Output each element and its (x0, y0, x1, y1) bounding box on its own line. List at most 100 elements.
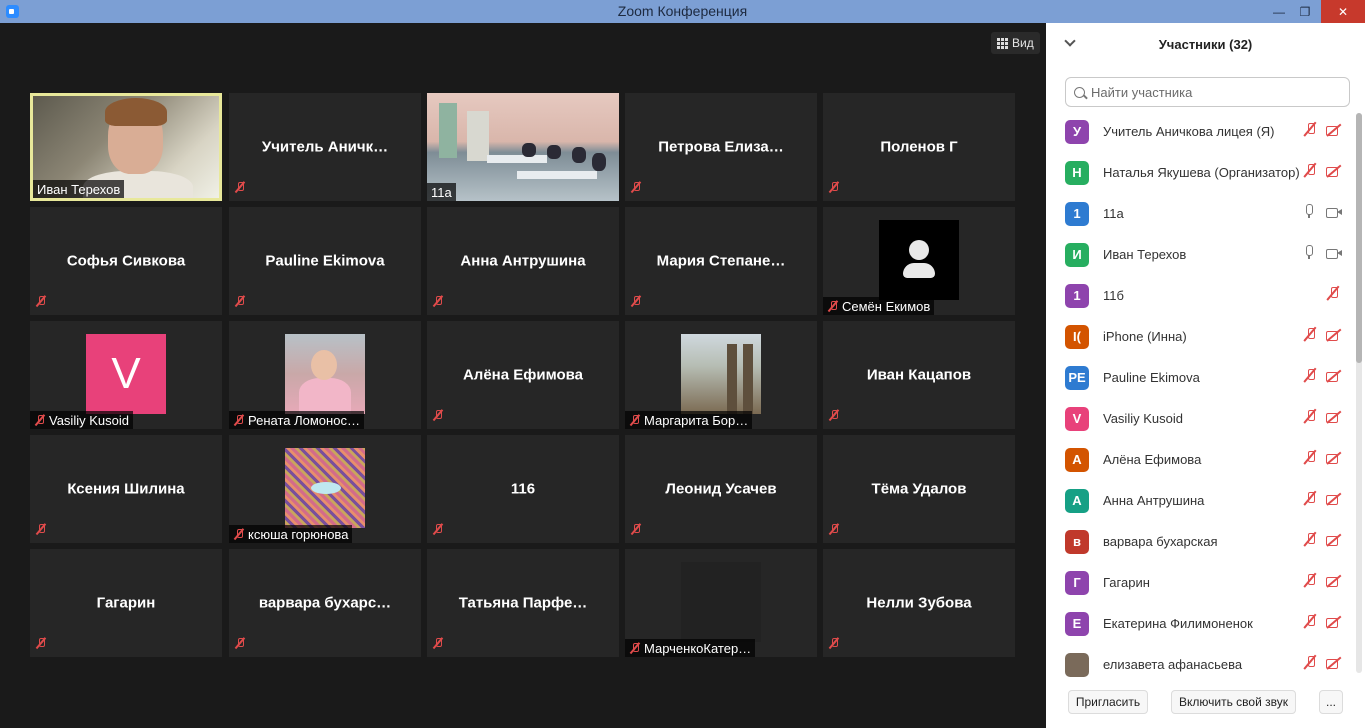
participant-row[interactable]: И Иван Терехов (1046, 234, 1351, 275)
participant-name: МарченкоКатер… (644, 640, 752, 656)
video-tile[interactable]: Гагарин (30, 549, 222, 657)
mic-muted-icon[interactable] (1303, 122, 1317, 136)
microphone-icon[interactable] (1303, 204, 1315, 218)
video-tile[interactable]: Семён Екимов (823, 207, 1015, 315)
more-button[interactable]: ... (1319, 690, 1343, 714)
video-tile[interactable]: Pauline Ekimova (229, 207, 421, 315)
participant-label: Маргарита Бор… (625, 411, 753, 429)
video-camera-icon[interactable] (1326, 247, 1342, 259)
video-tile[interactable]: 11а (427, 93, 619, 201)
video-tile[interactable]: Иван Терехов (30, 93, 222, 201)
video-off-icon[interactable] (1326, 124, 1342, 136)
invite-button[interactable]: Пригласить (1068, 690, 1148, 714)
participant-row[interactable]: Е Екатерина Филимоненок (1046, 603, 1351, 644)
gallery-view: Вид Иван Терехов Учитель Аничк… 11а Петрова… (0, 23, 1046, 728)
participant-label: 11а (427, 183, 456, 201)
participant-row[interactable]: V Vasiliy Kusoid (1046, 398, 1351, 439)
video-tile[interactable]: Софья Сивкова (30, 207, 222, 315)
maximize-button[interactable]: ❐ (1290, 0, 1320, 23)
participant-row[interactable]: А Анна Антрушина (1046, 480, 1351, 521)
video-off-icon[interactable] (1326, 452, 1342, 464)
video-tile[interactable]: Ксения Шилина (30, 435, 222, 543)
video-off-icon[interactable] (1326, 534, 1342, 546)
participant-row[interactable]: 1 11а (1046, 193, 1351, 234)
mic-muted-icon (35, 637, 47, 649)
participant-row[interactable]: PE Pauline Ekimova (1046, 357, 1351, 398)
participant-row[interactable]: А Алёна Ефимова (1046, 439, 1351, 480)
mic-muted-icon[interactable] (1303, 368, 1317, 382)
video-tile[interactable]: Алёна Ефимова (427, 321, 619, 429)
video-off-icon[interactable] (1326, 329, 1342, 341)
participant-name: Маргарита Бор… (644, 412, 749, 428)
video-off-icon[interactable] (1326, 657, 1342, 669)
video-tile[interactable]: 116 (427, 435, 619, 543)
video-off-icon[interactable] (1326, 411, 1342, 423)
video-tile[interactable]: Анна Антрушина (427, 207, 619, 315)
mic-muted-icon[interactable] (1303, 450, 1317, 464)
video-tile[interactable]: Леонид Усачев (625, 435, 817, 543)
video-tile[interactable]: Иван Кацапов (823, 321, 1015, 429)
participant-row[interactable]: 1 11б (1046, 275, 1351, 316)
mic-muted-icon (630, 523, 642, 535)
video-off-icon[interactable] (1326, 370, 1342, 382)
participant-name: Иван Терехов (1103, 247, 1187, 262)
mic-muted-icon[interactable] (1326, 286, 1340, 300)
mic-muted-icon (234, 637, 246, 649)
video-camera-icon[interactable] (1326, 206, 1342, 218)
video-tile[interactable]: Мария Степане… (625, 207, 817, 315)
avatar (681, 334, 761, 414)
video-off-icon[interactable] (1326, 616, 1342, 628)
mic-muted-icon[interactable] (1303, 491, 1317, 505)
participant-name: Учитель Аничкова лицея (Я) (1103, 124, 1275, 139)
video-tile[interactable]: варвара бухарс… (229, 549, 421, 657)
scrollbar-thumb[interactable] (1356, 113, 1362, 363)
participant-row[interactable]: I(iPhone (Инна) (1046, 316, 1351, 357)
video-off-icon[interactable] (1326, 165, 1342, 177)
mic-muted-icon[interactable] (1303, 532, 1317, 546)
video-tile[interactable]: Поленов Г (823, 93, 1015, 201)
mic-muted-icon[interactable] (1303, 573, 1317, 587)
participant-name: Семён Екимов (842, 298, 931, 314)
video-off-icon[interactable] (1326, 493, 1342, 505)
video-tile[interactable]: Учитель Аничк… (229, 93, 421, 201)
mic-muted-icon[interactable] (1303, 409, 1317, 423)
avatar (285, 334, 365, 414)
video-tile[interactable]: Тёма Удалов (823, 435, 1015, 543)
participant-name: Нелли Зубова (866, 594, 972, 612)
video-tile[interactable]: Татьяна Парфе… (427, 549, 619, 657)
avatar: в (1065, 529, 1089, 554)
avatar: I( (1065, 324, 1089, 349)
video-tile[interactable]: Нелли Зубова (823, 549, 1015, 657)
unmute-button[interactable]: Включить свой звук (1171, 690, 1296, 714)
close-button[interactable]: ✕ (1321, 0, 1365, 23)
mic-muted-icon[interactable] (1303, 655, 1317, 669)
video-tile[interactable]: ксюша горюнова (229, 435, 421, 543)
video-tile[interactable]: Рената Ломонос… (229, 321, 421, 429)
avatar (285, 448, 365, 528)
window-title: Zoom Конференция (617, 3, 748, 19)
mic-muted-icon[interactable] (1303, 327, 1317, 341)
participant-name: 11а (1103, 206, 1124, 221)
participant-row[interactable]: в варвара бухарская (1046, 521, 1351, 562)
participant-label: МарченкоКатер… (625, 639, 756, 657)
mic-muted-icon[interactable] (1303, 163, 1317, 177)
participant-row[interactable]: Н Наталья Якушева (Организатор) (1046, 152, 1351, 193)
participant-row[interactable]: елизавета афанасьева (1046, 644, 1351, 683)
video-tile[interactable]: V Vasiliy Kusoid (30, 321, 222, 429)
participant-name: Vasiliy Kusoid (49, 412, 129, 428)
avatar: Г (1065, 570, 1089, 595)
participant-row[interactable]: Г Гагарин (1046, 562, 1351, 603)
search-input[interactable] (1091, 84, 1331, 100)
participant-label: ксюша горюнова (229, 525, 353, 543)
participant-scrollbar[interactable] (1356, 113, 1362, 673)
video-tile[interactable]: МарченкоКатер… (625, 549, 817, 657)
view-button[interactable]: Вид (991, 32, 1040, 54)
video-off-icon[interactable] (1326, 575, 1342, 587)
mic-muted-icon (34, 414, 46, 426)
video-tile[interactable]: Петрова Елиза… (625, 93, 817, 201)
microphone-icon[interactable] (1303, 245, 1315, 259)
participant-row[interactable]: У Учитель Аничкова лицея (Я) (1046, 111, 1351, 152)
participant-search[interactable] (1065, 77, 1350, 107)
video-tile[interactable]: Маргарита Бор… (625, 321, 817, 429)
mic-muted-icon[interactable] (1303, 614, 1317, 628)
